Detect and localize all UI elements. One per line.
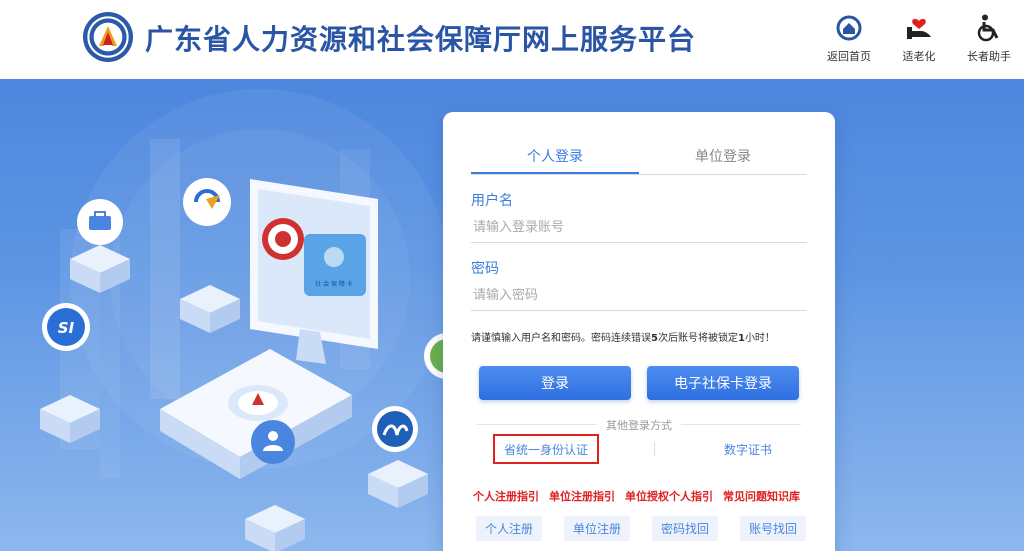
nav-senior-assistant[interactable]: 长者助手 [954, 0, 1024, 79]
warning-text-3: 小时！ [744, 333, 775, 344]
login-card: 个人登录 单位登录 用户名 密码 请谨慎输入用户名和密码。密码连续错误5次后账号… [443, 112, 835, 551]
tab-personal-login[interactable]: 个人登录 [471, 146, 639, 174]
warning-text-1: 请谨慎输入用户名和密码。密码连续错误 [471, 333, 651, 344]
ministry-logo[interactable] [83, 12, 133, 62]
warning-hours: 1 [737, 333, 745, 344]
hero-illustration: SI 社 会 保 障 卡 [40, 89, 470, 551]
nav-elderly-mode-label: 适老化 [902, 50, 936, 63]
warning-count: 5 [651, 333, 658, 344]
hero-banner: SI 社 会 保 障 卡 个人登录 单位登录 用户名 请输入登录账号 密码 请谨… [0, 79, 1024, 551]
warning-text-2: 次后账号将被锁定 [657, 333, 738, 344]
wheelchair-icon [975, 14, 1003, 42]
account-actions: 个人注册 单位注册 密码找回 账号找回 [476, 516, 806, 541]
digital-certificate-link[interactable]: 数字证书 [711, 434, 785, 464]
account-recovery-button[interactable]: 账号找回 [740, 516, 806, 541]
login-button[interactable]: 登录 [479, 366, 631, 400]
company-register-button[interactable]: 单位注册 [564, 516, 630, 541]
elderly-care-icon [905, 14, 933, 42]
si-badge-text: SI [58, 319, 75, 337]
site-title: 广东省人力资源和社会保障厅网上服务平台 [145, 23, 697, 56]
other-methods-separator [654, 442, 655, 456]
social-card-login-button[interactable]: 电子社保卡登录 [647, 366, 799, 400]
personal-registration-guide-link[interactable]: 个人注册指引 [473, 488, 539, 504]
password-input[interactable] [471, 281, 807, 311]
tab-company-login[interactable]: 单位登录 [639, 146, 807, 174]
guide-links: 个人注册指引 单位注册指引 单位授权个人指引 常见问题知识库 [473, 488, 800, 504]
nav-senior-assistant-label: 长者助手 [967, 50, 1011, 63]
logo-emblem-icon [99, 26, 117, 46]
password-recovery-button[interactable]: 密码找回 [652, 516, 718, 541]
password-label: 密码 [471, 261, 499, 277]
username-label: 用户名 [471, 193, 513, 209]
nav-elderly-mode[interactable]: 适老化 [884, 0, 954, 79]
screen-card-text: 社 会 保 障 卡 [315, 280, 353, 288]
top-nav: 返回首页 适老化 长者助手 [814, 0, 1024, 79]
login-tabs: 个人登录 单位登录 [471, 146, 807, 175]
faq-knowledge-base-link[interactable]: 常见问题知识库 [723, 488, 800, 504]
login-warning: 请谨慎输入用户名和密码。密码连续错误5次后账号将被锁定1小时！ [471, 329, 775, 344]
company-registration-guide-link[interactable]: 单位注册指引 [549, 488, 615, 504]
other-methods-title: 其他登录方式 [606, 419, 672, 432]
personal-register-button[interactable]: 个人注册 [476, 516, 542, 541]
username-input[interactable] [471, 213, 807, 243]
nav-home-label: 返回首页 [827, 50, 871, 63]
wave-logo-tile [368, 406, 428, 508]
nav-home[interactable]: 返回首页 [814, 0, 884, 79]
page-header: 广东省人力资源和社会保障厅网上服务平台 返回首页 适老化 长者助手 [0, 0, 1024, 79]
home-icon [835, 14, 863, 42]
unified-identity-auth-link[interactable]: 省统一身份认证 [493, 434, 599, 464]
company-authorization-guide-link[interactable]: 单位授权个人指引 [625, 488, 713, 504]
